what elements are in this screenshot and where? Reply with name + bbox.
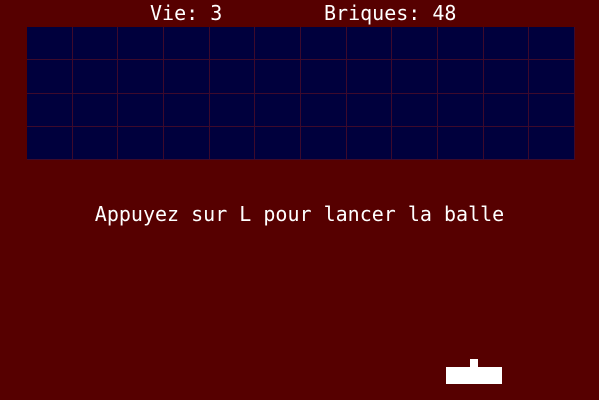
brick bbox=[209, 93, 256, 127]
brick bbox=[209, 126, 256, 160]
brick bbox=[118, 93, 164, 127]
brick bbox=[255, 60, 301, 94]
brick bbox=[483, 93, 530, 127]
brick bbox=[72, 27, 119, 61]
brick bbox=[392, 27, 438, 61]
brick bbox=[346, 93, 393, 127]
brick bbox=[255, 27, 301, 61]
brick bbox=[529, 27, 575, 61]
brick bbox=[301, 93, 347, 127]
brick-wall bbox=[27, 27, 575, 160]
brick bbox=[72, 60, 119, 94]
brick bbox=[529, 126, 575, 160]
brick bbox=[483, 126, 530, 160]
brick bbox=[301, 27, 347, 61]
brick bbox=[438, 93, 484, 127]
brick bbox=[483, 27, 530, 61]
brick bbox=[118, 126, 164, 160]
brick bbox=[438, 60, 484, 94]
brick bbox=[346, 60, 393, 94]
bricks-counter: Briques: 48 bbox=[324, 1, 457, 25]
brick bbox=[392, 126, 438, 160]
brick bbox=[529, 60, 575, 94]
brick bbox=[255, 126, 301, 160]
game-screen[interactable]: Vie: 3 Briques: 48 Appuyez sur L pour la… bbox=[0, 0, 599, 400]
brick bbox=[164, 27, 210, 61]
brick bbox=[118, 27, 164, 61]
brick bbox=[483, 60, 530, 94]
brick bbox=[164, 60, 210, 94]
brick bbox=[392, 93, 438, 127]
brick bbox=[209, 27, 256, 61]
brick bbox=[72, 126, 119, 160]
paddle[interactable] bbox=[446, 367, 502, 384]
brick bbox=[27, 126, 73, 160]
brick bbox=[346, 27, 393, 61]
lives-counter: Vie: 3 bbox=[150, 1, 223, 25]
brick bbox=[301, 126, 347, 160]
brick bbox=[164, 93, 210, 127]
brick bbox=[27, 93, 73, 127]
brick bbox=[438, 27, 484, 61]
brick bbox=[27, 27, 73, 61]
brick bbox=[27, 60, 73, 94]
ball bbox=[470, 359, 478, 367]
brick bbox=[209, 60, 256, 94]
brick bbox=[301, 60, 347, 94]
brick bbox=[392, 60, 438, 94]
brick bbox=[164, 126, 210, 160]
brick bbox=[255, 93, 301, 127]
launch-prompt: Appuyez sur L pour lancer la balle bbox=[94, 202, 505, 226]
brick bbox=[118, 60, 164, 94]
brick bbox=[72, 93, 119, 127]
brick bbox=[346, 126, 393, 160]
brick bbox=[529, 93, 575, 127]
brick bbox=[438, 126, 484, 160]
